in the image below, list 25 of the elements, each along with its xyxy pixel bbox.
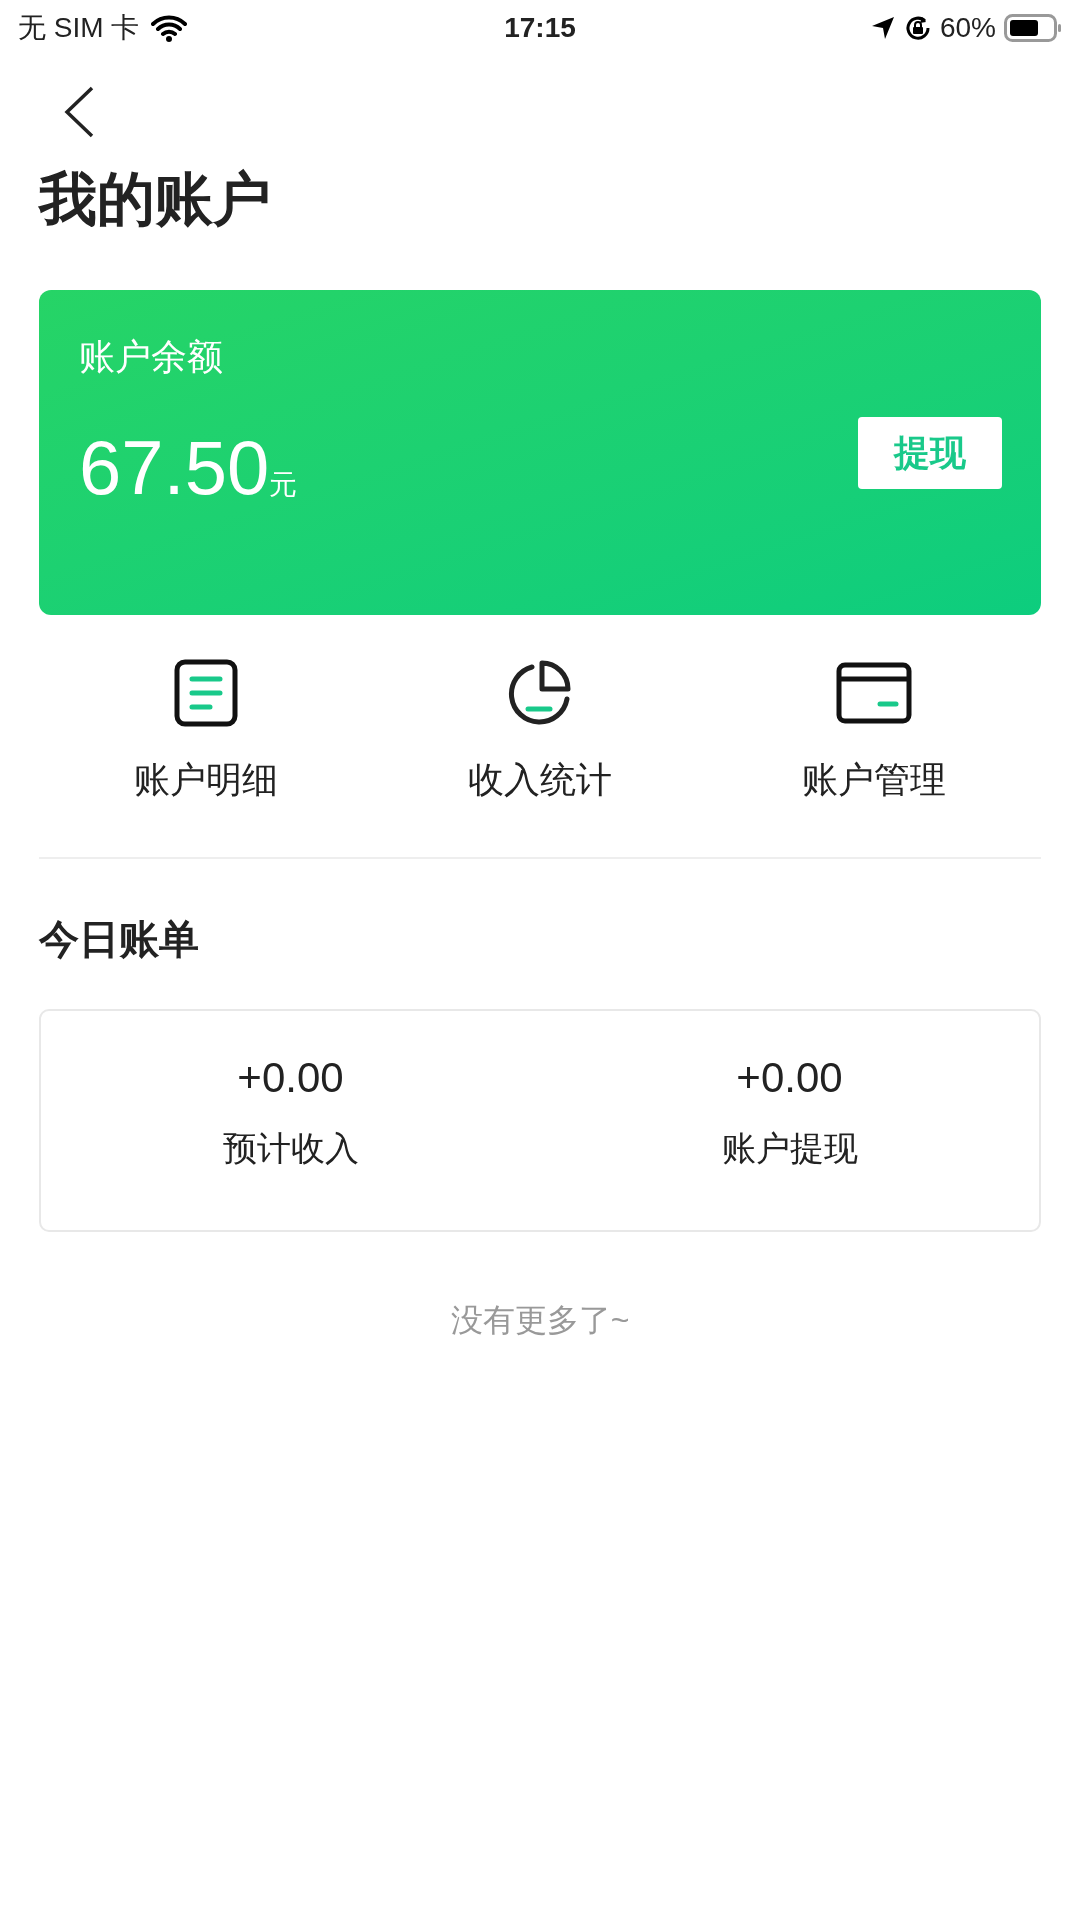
balance-label: 账户余额 xyxy=(79,335,224,379)
clock-time: 17:15 xyxy=(504,11,576,45)
shortcut-label: 收入统计 xyxy=(468,758,612,802)
card-icon xyxy=(836,662,912,724)
shortcut-item[interactable]: 账户明细 xyxy=(39,659,373,807)
document-icon xyxy=(174,659,238,727)
page-title: 我的账户 xyxy=(39,170,272,228)
battery-percent: 60% xyxy=(939,11,996,45)
stat-label: 账户提现 xyxy=(721,1128,858,1169)
stat-label: 预计收入 xyxy=(222,1128,359,1169)
stat-value: +0.00 xyxy=(237,1057,344,1099)
battery-icon xyxy=(1004,14,1062,42)
shortcut-label: 账户管理 xyxy=(802,758,946,802)
section-heading: 今日账单 xyxy=(39,916,200,963)
carrier-text: 无 SIM 卡 xyxy=(18,11,140,45)
end-of-list-text: 没有更多了~ xyxy=(449,1301,631,1340)
shortcut-label: 账户明细 xyxy=(134,758,278,802)
wifi-icon xyxy=(151,14,188,42)
stat-value: +0.00 xyxy=(736,1057,843,1099)
shortcut-item[interactable]: 账户管理 xyxy=(707,659,1041,807)
shortcut-item[interactable]: 收入统计 xyxy=(373,659,707,807)
back-chevron-icon xyxy=(63,86,95,138)
balance-amount: 67.50 xyxy=(79,430,270,506)
currency-unit: 元 xyxy=(269,468,298,502)
rotation-lock-icon xyxy=(903,14,932,42)
